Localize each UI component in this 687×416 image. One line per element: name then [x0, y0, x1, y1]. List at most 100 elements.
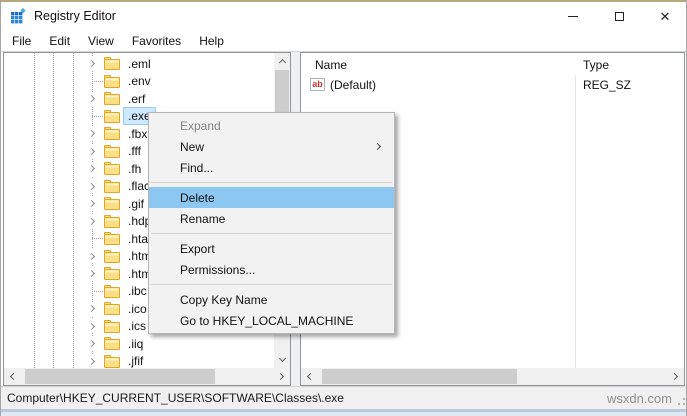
scrollbar-thumb[interactable] [322, 369, 517, 384]
scroll-down-icon[interactable] [274, 352, 290, 368]
watermark: wsxdn.com [607, 391, 672, 406]
value-name[interactable]: (Default) [330, 78, 376, 92]
context-menu-item-label: Go to HKEY_LOCAL_MACHINE [180, 314, 353, 328]
folder-icon [104, 110, 120, 123]
scroll-up-icon[interactable] [274, 53, 290, 69]
folder-icon [104, 127, 120, 140]
tree-item[interactable]: .jfif [4, 353, 274, 369]
tree-item-label[interactable]: .fh [124, 161, 145, 177]
chevron-right-icon[interactable] [85, 197, 99, 211]
scroll-left-icon[interactable] [4, 368, 20, 384]
context-menu: Expand New Find... Delete Rename Export Permis… [148, 112, 395, 334]
tree-connector-line [92, 81, 103, 82]
tree-horizontal-scrollbar[interactable] [4, 368, 290, 385]
resize-grip-icon [677, 397, 685, 405]
folder-icon [104, 285, 120, 298]
chevron-right-icon[interactable] [85, 179, 99, 193]
scrollbar-thumb[interactable] [25, 369, 215, 384]
scroll-left-icon[interactable] [301, 368, 317, 384]
value-type: REG_SZ [583, 78, 631, 92]
value-row[interactable]: ab (Default) REG_SZ [301, 77, 684, 95]
context-menu-item-label: Permissions... [180, 263, 255, 277]
context-menu-item-export[interactable]: Export [149, 238, 394, 259]
menu-file[interactable]: File [3, 31, 40, 51]
context-menu-item-expand[interactable]: Expand [149, 115, 394, 136]
tree-item-label[interactable]: .jfif [124, 353, 147, 368]
chevron-right-icon[interactable] [85, 337, 99, 351]
column-divider[interactable] [575, 53, 576, 368]
context-menu-item-delete[interactable]: Delete [149, 187, 394, 208]
tree-item[interactable]: .eml [4, 55, 274, 73]
tree-item[interactable]: .erf [4, 90, 274, 108]
tree-item-label[interactable]: .erf [124, 91, 149, 107]
tree-item[interactable]: .env [4, 73, 274, 91]
titlebar: Registry Editor ✕ [1, 2, 687, 30]
registry-app-icon [10, 8, 27, 25]
tree-item[interactable]: .iiq [4, 335, 274, 353]
chevron-right-icon[interactable] [85, 319, 99, 333]
close-button[interactable]: ✕ [642, 2, 687, 30]
tree-connector-line [92, 238, 103, 239]
chevron-right-icon[interactable] [85, 302, 99, 316]
minimize-button[interactable] [550, 2, 596, 30]
window-bottom-shadow [1, 412, 687, 416]
column-header-name[interactable]: Name [315, 58, 347, 72]
context-menu-item-label: Copy Key Name [180, 293, 267, 307]
folder-icon [104, 320, 120, 333]
scroll-right-icon[interactable] [668, 368, 684, 384]
menu-edit[interactable]: Edit [40, 31, 79, 51]
chevron-right-icon[interactable] [85, 92, 99, 106]
context-menu-item-go-to-hkey-local-machine[interactable]: Go to HKEY_LOCAL_MACHINE [149, 310, 394, 331]
context-menu-item-find[interactable]: Find... [149, 157, 394, 178]
chevron-right-icon[interactable] [85, 57, 99, 71]
tree-item-label[interactable]: .ibc [124, 283, 151, 299]
maximize-button[interactable] [596, 2, 642, 30]
submenu-arrow-icon [374, 143, 381, 150]
tree-item-label[interactable]: .eml [124, 56, 155, 72]
folder-icon [104, 215, 120, 228]
menu-separator [151, 233, 392, 234]
context-menu-item-label: Expand [180, 119, 221, 133]
menu-favorites[interactable]: Favorites [123, 31, 190, 51]
registry-editor-window: Registry Editor ✕ FileEditViewFavoritesH… [0, 0, 687, 416]
chevron-right-icon[interactable] [85, 214, 99, 228]
menu-help[interactable]: Help [190, 31, 233, 51]
context-menu-item-copy-key-name[interactable]: Copy Key Name [149, 289, 394, 310]
folder-icon [104, 145, 120, 158]
chevron-right-icon[interactable] [85, 249, 99, 263]
tree-item-label[interactable]: .fff [124, 143, 145, 159]
menu-view[interactable]: View [79, 31, 123, 51]
chevron-right-icon[interactable] [85, 127, 99, 141]
context-menu-item-label: Find... [180, 161, 213, 175]
values-horizontal-scrollbar[interactable] [301, 368, 684, 385]
string-value-icon: ab [310, 78, 325, 91]
tree-item-label[interactable]: .ico [124, 301, 151, 317]
chevron-right-icon[interactable] [85, 162, 99, 176]
chevron-right-icon[interactable] [85, 267, 99, 281]
tree-item-label[interactable]: .iiq [124, 336, 147, 352]
folder-icon [104, 267, 120, 280]
context-menu-item-permissions[interactable]: Permissions... [149, 259, 394, 280]
context-menu-item-label: Delete [180, 191, 215, 205]
folder-icon [104, 75, 120, 88]
folder-icon [104, 232, 120, 245]
scroll-right-icon[interactable] [274, 368, 290, 384]
minimize-icon [568, 16, 578, 17]
folder-icon [104, 355, 120, 368]
folder-icon [104, 57, 120, 70]
tree-item-label[interactable]: .gif [124, 196, 148, 212]
tree-item-label[interactable]: .env [124, 73, 155, 89]
context-menu-item-new[interactable]: New [149, 136, 394, 157]
tree-item-label[interactable]: .ics [124, 318, 150, 334]
menu-separator [151, 284, 392, 285]
list-header: Name Type [301, 53, 684, 75]
context-menu-item-label: Rename [180, 212, 225, 226]
folder-icon [104, 197, 120, 210]
window-controls: ✕ [550, 2, 687, 30]
column-header-type[interactable]: Type [583, 58, 609, 72]
chevron-right-icon[interactable] [85, 144, 99, 158]
statusbar: Computer\HKEY_CURRENT_USER\SOFTWARE\Clas… [1, 386, 687, 409]
context-menu-item-rename[interactable]: Rename [149, 208, 394, 229]
chevron-right-icon[interactable] [85, 354, 99, 368]
folder-icon [104, 162, 120, 175]
